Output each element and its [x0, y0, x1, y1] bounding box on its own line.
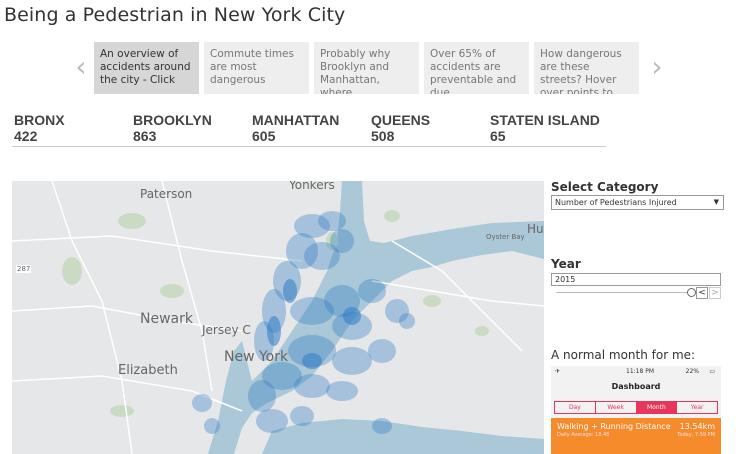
- borough-manhattan[interactable]: MANHATTAN 605: [252, 112, 339, 144]
- tab-day: Day: [555, 402, 596, 413]
- status-time: 11:18 PM: [626, 368, 654, 375]
- borough-bronx[interactable]: BRONX 422: [14, 112, 65, 144]
- map-label-hun: Hun: [527, 222, 544, 236]
- map-label-elizabeth: Elizabeth: [118, 363, 178, 378]
- borough-name: BRONX: [14, 112, 65, 128]
- walking-distance-card: Walking + Running Distance 13.54km Daily…: [551, 418, 721, 454]
- borough-count: 863: [133, 128, 157, 144]
- year-field[interactable]: 2015: [551, 273, 721, 286]
- category-heading: Select Category: [551, 180, 659, 194]
- accident-map[interactable]: Yonkers Paterson Oyster Bay Hun Newark J…: [12, 181, 544, 454]
- battery-icon: ▭: [709, 368, 715, 375]
- caret-down-icon: ▼: [713, 198, 719, 206]
- chevron-left-icon[interactable]: ‹: [72, 52, 90, 82]
- story-navigation: ‹ An overview of accidents around the ci…: [72, 42, 668, 94]
- map-canvas: [12, 181, 544, 454]
- borough-name: MANHATTAN: [252, 112, 340, 128]
- tab-week: Week: [596, 402, 637, 413]
- story-point-4[interactable]: Over 65% of accidents are preventable an…: [424, 42, 529, 94]
- tab-year: Year: [690, 404, 704, 411]
- borough-count: 422: [14, 128, 38, 144]
- chevron-right-icon[interactable]: ›: [648, 52, 666, 82]
- year-slider-thumb[interactable]: [687, 288, 696, 297]
- story-point-5[interactable]: How dangerous are these streets? Hover o…: [534, 42, 639, 94]
- story-point-3[interactable]: Probably why Brooklyn and Manhattan, whe…: [314, 42, 419, 94]
- borough-count: 508: [371, 128, 395, 144]
- next-year-button[interactable]: >: [709, 287, 721, 299]
- map-label-oyster-bay: Oyster Bay: [486, 233, 525, 241]
- previous-year-button[interactable]: <: [696, 287, 708, 299]
- category-select[interactable]: Number of Pedestrians Injured ▼: [551, 195, 724, 210]
- filter-panel: Select Category Number of Pedestrians In…: [551, 180, 726, 454]
- map-label-newark: Newark: [140, 311, 193, 327]
- activity-value: 13.54km: [679, 422, 715, 431]
- activity-time: Today, 7:59 PM: [677, 432, 715, 438]
- borough-count: 605: [252, 128, 276, 144]
- phone-status-bar: ✈ 11:18 PM 22% ▭: [551, 366, 721, 378]
- map-label-jersey: Jersey C: [202, 323, 251, 337]
- story-point-2[interactable]: Commute times are most dangerous: [204, 42, 309, 94]
- borough-count: 65: [490, 128, 506, 144]
- status-battery: 22%: [685, 368, 699, 375]
- story-point-1[interactable]: An overview of accidents around the city…: [94, 42, 199, 94]
- page-title: Being a Pedestrian in New York City: [4, 4, 346, 26]
- app-title: Dashboard: [611, 382, 661, 391]
- year-slider-track[interactable]: [556, 292, 693, 293]
- map-label-paterson: Paterson: [140, 187, 193, 201]
- borough-staten-island[interactable]: STATEN ISLAND 65: [490, 112, 600, 144]
- map-label-route-287: 287: [16, 265, 32, 273]
- map-label-yonkers: Yonkers: [289, 181, 335, 192]
- daily-average: Daily Average: 18.48: [557, 432, 610, 438]
- activity-label: Walking + Running Distance: [557, 422, 671, 431]
- borough-name: STATEN ISLAND: [490, 112, 600, 128]
- period-tabs: Day Week Month Year: [554, 401, 718, 414]
- borough-name: BROOKLYN: [133, 112, 212, 128]
- borough-brooklyn[interactable]: BROOKLYN 863: [133, 112, 212, 144]
- activity-screenshot: ✈ 11:18 PM 22% ▭ Dashboard Day Week Mont…: [551, 366, 721, 454]
- airplane-icon: ✈: [555, 368, 561, 375]
- year-heading: Year: [551, 257, 581, 271]
- tab-month: Month: [636, 402, 678, 413]
- map-label-new-york: New York: [224, 349, 289, 365]
- borough-name: QUEENS: [371, 112, 431, 128]
- borough-queens[interactable]: QUEENS 508: [371, 112, 430, 144]
- borough-summary: BRONX 422 BROOKLYN 863 MANHATTAN 605 QUE…: [12, 112, 606, 147]
- story-points: An overview of accidents around the city…: [94, 42, 644, 94]
- category-select-value: Number of Pedestrians Injured: [555, 198, 677, 207]
- normal-month-heading: A normal month for me:: [551, 348, 696, 362]
